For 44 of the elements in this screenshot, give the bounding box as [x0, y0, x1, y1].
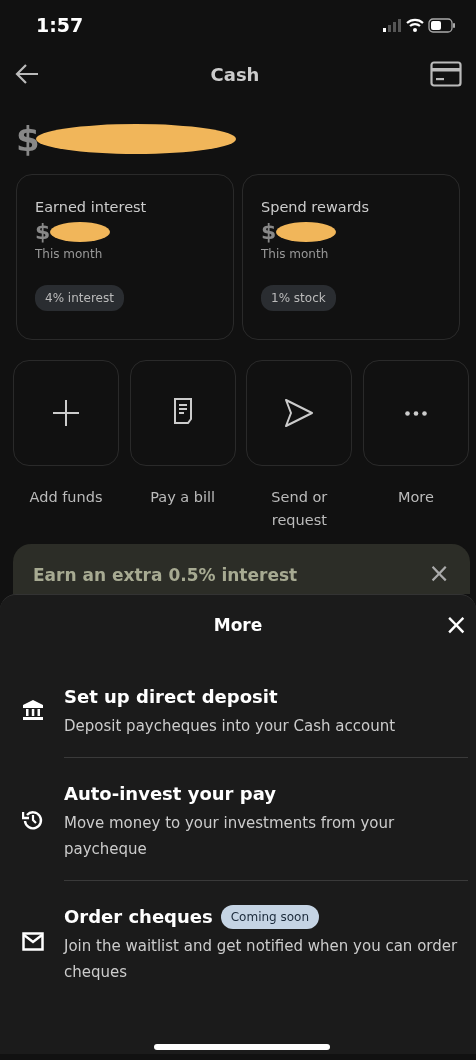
action-label: Send or request: [270, 488, 329, 531]
menu-item[interactable]: Auto-invest your pay Move money to your investments from your paycheque: [64, 758, 468, 882]
period-label: This month: [35, 246, 104, 264]
amount-value: $: [261, 218, 277, 246]
envelope-icon: [22, 931, 44, 954]
more-icon: [404, 410, 427, 416]
wifi-icon: [406, 18, 424, 32]
item-title: Set up direct deposit: [64, 684, 278, 709]
status-tag: Coming soon: [220, 904, 320, 929]
rate-tag: 1% stock: [261, 285, 336, 312]
menu-item[interactable]: Order cheques Coming soon Join the waitlist and get notified when you can order cheques: [64, 881, 468, 1004]
send-icon: [283, 397, 316, 429]
action-label: Pay a bill: [149, 488, 217, 507]
action-tile[interactable]: [13, 360, 119, 466]
rate-tag: 4% interest: [35, 285, 124, 312]
balance-amount: $: [16, 117, 40, 161]
close-button[interactable]: ×: [428, 566, 450, 582]
item-description: Join the waitlist and get notified when you can order cheques: [64, 936, 459, 983]
page-title: Cash: [210, 62, 260, 87]
action-tile[interactable]: [362, 360, 469, 466]
menu-item[interactable]: Set up direct deposit Deposit paycheques into your Cash account: [64, 660, 468, 759]
item-title: Auto-invest your pay: [64, 782, 276, 807]
card-icon[interactable]: [430, 61, 462, 87]
clock-time: 1:57: [36, 12, 84, 38]
sheet-title: More: [213, 615, 263, 636]
action-tile[interactable]: [129, 360, 236, 466]
item-description: Deposit paycheques into your Cash account: [64, 715, 397, 737]
battery-icon: [428, 17, 456, 33]
bank-icon: [22, 698, 44, 721]
history-icon: [22, 808, 44, 831]
banner-text: Earn an extra 0.5% interest: [33, 566, 298, 586]
period-label: This month: [261, 246, 330, 264]
close-button[interactable]: ×: [444, 611, 468, 640]
plus-icon: [50, 397, 82, 429]
action-label: More: [397, 488, 435, 507]
amount-value: $: [35, 218, 51, 246]
signal-icon: [382, 18, 402, 32]
action-tile[interactable]: [246, 360, 353, 466]
item-title: Order cheques: [64, 905, 213, 930]
back-arrow-icon[interactable]: [14, 63, 40, 85]
card-title: Earned interest: [35, 198, 148, 217]
item-description: Move money to your investments from your paycheque: [64, 813, 396, 860]
card-title: Spend rewards: [261, 198, 371, 217]
action-label: Add funds: [28, 488, 104, 507]
